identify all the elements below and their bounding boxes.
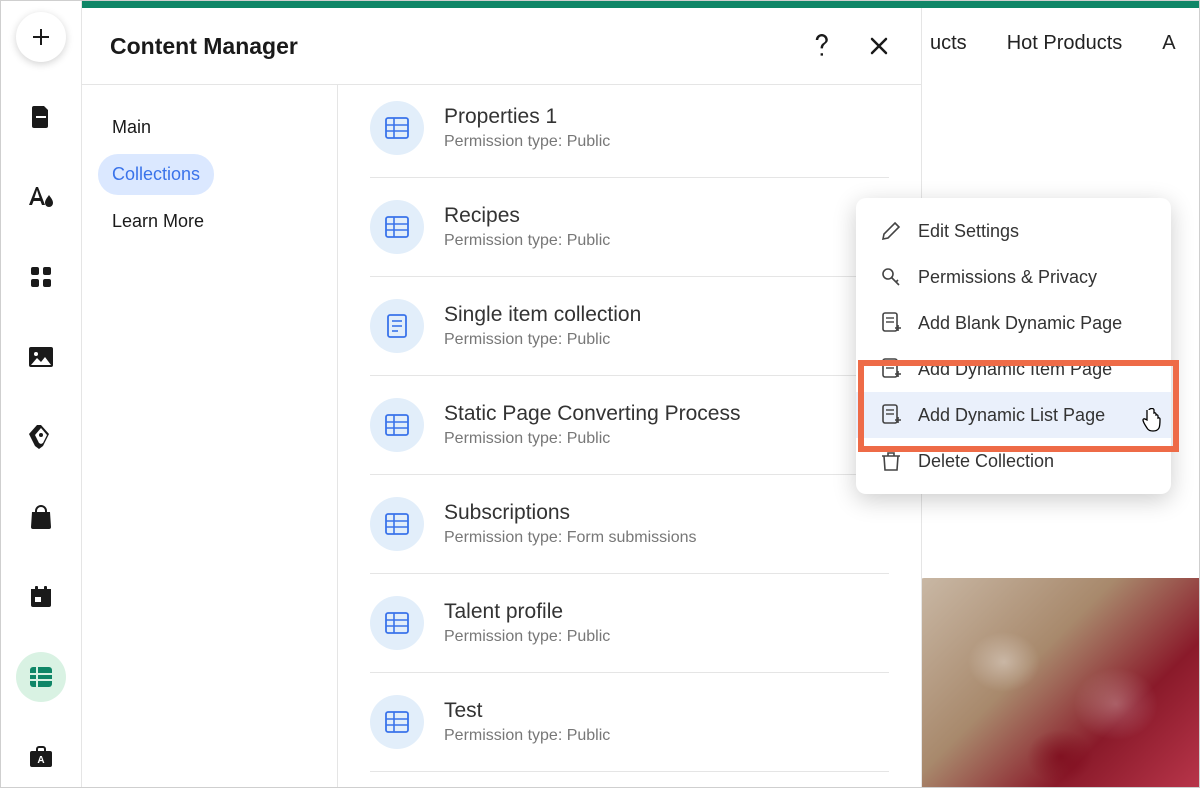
menu-item-label: Edit Settings [918, 221, 1019, 242]
rail-store[interactable] [16, 492, 66, 542]
collection-permission: Permission type: Public [444, 133, 610, 151]
table-icon [370, 200, 424, 254]
menu-item[interactable]: Add Blank Dynamic Page [856, 300, 1171, 346]
table-icon [370, 695, 424, 749]
menu-item[interactable]: Add Dynamic List Page [856, 392, 1171, 438]
nav-main[interactable]: Main [98, 107, 165, 148]
grid-icon [30, 266, 52, 288]
nav-learn-more[interactable]: Learn More [98, 201, 218, 242]
help-icon [813, 34, 833, 58]
pointer-cursor [1140, 408, 1162, 434]
site-nav-item[interactable]: ucts [930, 32, 967, 55]
close-icon [869, 36, 889, 56]
svg-text:A: A [37, 755, 44, 766]
collection-row[interactable]: Single item collection Permission type: P… [370, 277, 889, 376]
pen-icon [29, 424, 53, 450]
collection-permission: Permission type: Public [444, 232, 610, 250]
collection-name: Properties 1 [444, 105, 610, 129]
collection-permission: Permission type: Public [444, 331, 641, 349]
rail-business[interactable]: A [16, 732, 66, 782]
font-drop-icon [27, 185, 55, 209]
page-plus-icon [880, 358, 902, 380]
collection-permission: Permission type: Public [444, 727, 610, 745]
menu-item[interactable]: Permissions & Privacy [856, 254, 1171, 300]
left-toolbar: A [0, 0, 82, 788]
menu-item-label: Add Dynamic List Page [918, 405, 1105, 426]
table-icon [370, 596, 424, 650]
table-icon [370, 398, 424, 452]
site-nav-item[interactable]: Hot Products [1007, 32, 1123, 55]
collection-name: Static Page Converting Process [444, 402, 740, 426]
collection-row[interactable]: Properties 1 Permission type: Public [370, 85, 889, 178]
nav-collections[interactable]: Collections [98, 154, 214, 195]
key-icon [880, 266, 902, 288]
site-nav-item[interactable]: A [1162, 32, 1175, 55]
panel-title: Content Manager [110, 33, 298, 60]
menu-item[interactable]: Add Dynamic Item Page [856, 346, 1171, 392]
collection-row[interactable]: Subscriptions Permission type: Form submi… [370, 475, 889, 574]
help-button[interactable] [809, 32, 837, 60]
collection-permission: Permission type: Form submissions [444, 529, 697, 547]
collection-name: Talent profile [444, 600, 610, 624]
rail-blog[interactable] [16, 412, 66, 462]
collection-permission: Permission type: Public [444, 628, 610, 646]
rail-media[interactable] [16, 332, 66, 382]
doc-icon [370, 299, 424, 353]
briefcase-a-icon: A [28, 745, 54, 769]
add-button[interactable] [16, 12, 66, 62]
site-nav: ucts Hot Products A [922, 8, 1200, 55]
collection-name: Recipes [444, 204, 610, 228]
menu-item-label: Add Blank Dynamic Page [918, 313, 1122, 334]
calendar-icon [29, 585, 53, 609]
collection-name: Test [444, 699, 610, 723]
plus-icon [29, 25, 53, 49]
menu-item[interactable]: Delete Collection [856, 438, 1171, 484]
collection-row[interactable]: Static Page Converting Process Permission… [370, 376, 889, 475]
collection-permission: Permission type: Public [444, 430, 740, 448]
collection-name: Single item collection [444, 303, 641, 327]
panel-header: Content Manager [82, 8, 921, 84]
close-button[interactable] [865, 32, 893, 60]
bag-icon [29, 505, 53, 529]
collection-row[interactable]: Recipes Permission type: Public [370, 178, 889, 277]
page-plus-icon [880, 404, 902, 426]
menu-item-label: Delete Collection [918, 451, 1054, 472]
rail-theme[interactable] [16, 172, 66, 222]
page-plus-icon [880, 312, 902, 334]
rail-pages[interactable] [16, 92, 66, 142]
collection-row[interactable]: Talent profile Permission type: Public [370, 574, 889, 673]
table-icon [370, 101, 424, 155]
trash-icon [880, 450, 902, 472]
rail-apps[interactable] [16, 252, 66, 302]
rail-content-manager[interactable] [16, 652, 66, 702]
collection-actions-menu: Edit Settings Permissions & Privacy Add Bl… [856, 198, 1171, 494]
site-product-image [920, 578, 1200, 788]
content-manager-panel: Content Manager Main Collections Learn M… [82, 8, 922, 788]
collection-name: Subscriptions [444, 501, 697, 525]
menu-item[interactable]: Edit Settings [856, 208, 1171, 254]
menu-item-label: Add Dynamic Item Page [918, 359, 1112, 380]
top-accent-bar [82, 0, 1200, 8]
rail-bookings[interactable] [16, 572, 66, 622]
collection-row[interactable]: Test Permission type: Public [370, 673, 889, 772]
table-round-icon [29, 666, 53, 688]
page-icon [29, 104, 53, 130]
pencil-icon [880, 220, 902, 242]
menu-item-label: Permissions & Privacy [918, 267, 1097, 288]
table-icon [370, 497, 424, 551]
panel-nav: Main Collections Learn More [82, 85, 338, 788]
image-icon [28, 346, 54, 368]
collections-list: Properties 1Permission type: PublicRecip… [338, 85, 921, 788]
